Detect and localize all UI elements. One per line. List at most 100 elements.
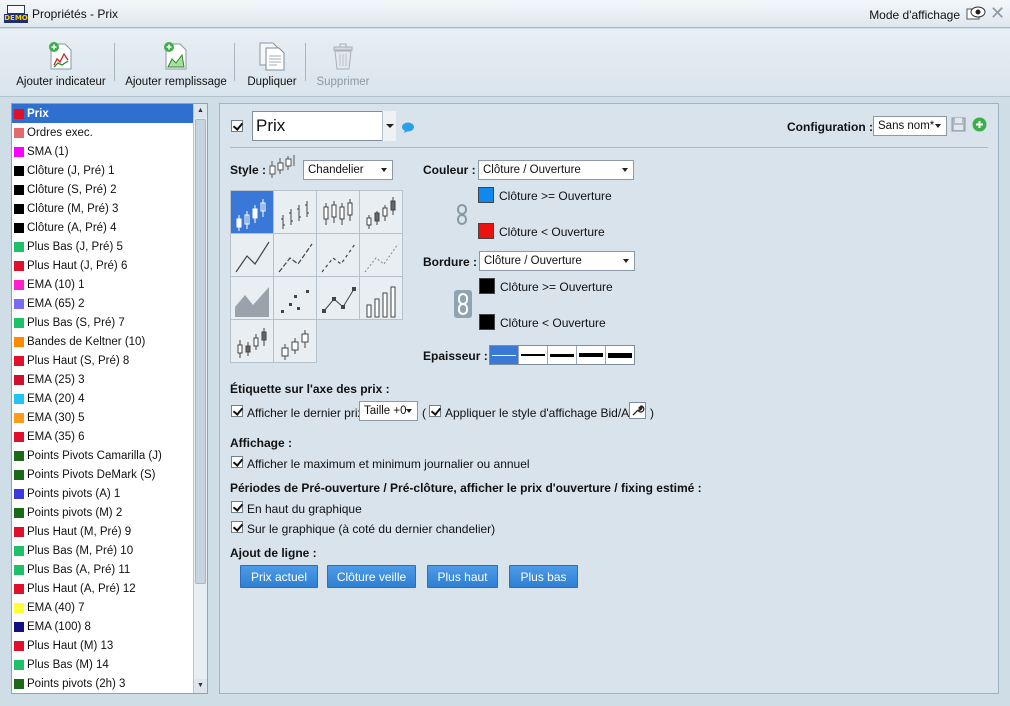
list-item[interactable]: Plus Bas (M) 14 xyxy=(12,655,207,674)
list-item[interactable]: EMA (10) 1 xyxy=(12,275,207,294)
thickness-1-button[interactable] xyxy=(490,346,519,364)
list-item[interactable]: EMA (40) 7 xyxy=(12,598,207,617)
visible-checkbox[interactable] xyxy=(231,120,243,132)
toolbar-separator xyxy=(234,43,235,81)
list-item[interactable]: EMA (20) 4 xyxy=(12,389,207,408)
list-item[interactable]: Clôture (M, Pré) 3 xyxy=(12,199,207,218)
border-up-swatch[interactable] xyxy=(479,278,495,294)
style-line-markers-icon[interactable] xyxy=(316,276,360,320)
style-candlestick-filled-icon[interactable] xyxy=(230,190,274,234)
thickness-2-button[interactable] xyxy=(519,346,548,364)
style-line-dashed-icon[interactable] xyxy=(273,233,317,277)
configuration-select[interactable]: Sans nom* xyxy=(873,116,947,136)
comment-bubble-icon[interactable] xyxy=(401,122,415,134)
save-config-icon[interactable] xyxy=(951,117,966,132)
scroll-down-arrow-icon[interactable]: ▼ xyxy=(194,679,207,693)
list-item[interactable]: EMA (25) 3 xyxy=(12,370,207,389)
list-item[interactable]: Ordres exec. xyxy=(12,123,207,142)
add-low-line-button[interactable]: Plus bas xyxy=(509,565,578,588)
show-last-price-checkbox[interactable] xyxy=(231,405,243,417)
list-item[interactable]: Points Pivots Camarilla (J) xyxy=(12,446,207,465)
scroll-thumb[interactable] xyxy=(195,119,206,584)
label-size-select[interactable]: Taille +0 xyxy=(359,401,418,421)
color-swatch-icon xyxy=(14,203,24,214)
list-item[interactable]: Bandes de Keltner (10) xyxy=(12,332,207,351)
border-mode-select[interactable]: Clôture / Ouverture xyxy=(479,251,635,271)
add-previous-close-line-button[interactable]: Clôture veille xyxy=(327,565,416,588)
list-item[interactable]: EMA (65) 2 xyxy=(12,294,207,313)
style-candlestick-mixed-icon[interactable] xyxy=(359,190,403,234)
list-item[interactable]: Clôture (S, Pré) 2 xyxy=(12,180,207,199)
thickness-4-button[interactable] xyxy=(577,346,606,364)
list-item[interactable]: Plus Bas (J, Pré) 5 xyxy=(12,237,207,256)
duplicate-button[interactable]: Dupliquer xyxy=(247,29,297,97)
list-item[interactable]: Plus Haut (M) 13 xyxy=(12,636,207,655)
color-swatch-icon xyxy=(14,146,24,157)
display-mode-label[interactable]: Mode d'affichage xyxy=(869,8,960,22)
on-chart-checkbox[interactable] xyxy=(231,521,243,533)
style-line-dotted-icon[interactable] xyxy=(316,233,360,277)
add-high-line-button[interactable]: Plus haut xyxy=(427,565,498,588)
color-link-chain-icon[interactable] xyxy=(456,204,472,226)
style-ohlc-bars-icon[interactable] xyxy=(273,190,317,234)
color-up-swatch[interactable] xyxy=(478,187,494,203)
list-item[interactable]: Plus Bas (M, Pré) 10 xyxy=(12,541,207,560)
list-item[interactable]: Points pivots (2h) 3 xyxy=(12,674,207,693)
delete-button[interactable]: Supprimer xyxy=(315,29,371,97)
style-candlestick-hollow-icon[interactable] xyxy=(316,190,360,234)
add-fill-button[interactable]: Ajouter remplissage xyxy=(125,29,227,97)
style-line-icon[interactable] xyxy=(230,233,274,277)
style-heikin-ashi-icon[interactable] xyxy=(273,319,317,363)
thickness-3-button[interactable] xyxy=(548,346,577,364)
thickness-5-button[interactable] xyxy=(606,346,634,364)
list-item[interactable]: Clôture (A, Pré) 4 xyxy=(12,218,207,237)
border-link-chain-icon[interactable] xyxy=(454,290,472,318)
style-area-icon[interactable] xyxy=(230,276,274,320)
list-item[interactable]: Plus Haut (S, Pré) 8 xyxy=(12,351,207,370)
border-label: Bordure : xyxy=(423,255,477,269)
display-mode-eye-icon[interactable] xyxy=(966,5,986,21)
close-icon[interactable]: ✕ xyxy=(990,4,1005,22)
style-line-fine-dotted-icon[interactable] xyxy=(359,233,403,277)
list-item[interactable]: Points pivots (A) 1 xyxy=(12,484,207,503)
border-down-swatch[interactable] xyxy=(479,314,495,330)
style-histogram-icon[interactable] xyxy=(359,276,403,320)
list-item[interactable]: Plus Haut (M, Pré) 9 xyxy=(12,522,207,541)
color-swatch-icon xyxy=(14,583,24,594)
list-item[interactable]: Points Pivots DeMark (S) xyxy=(12,465,207,484)
color-swatch-icon xyxy=(14,127,24,138)
color-swatch-icon xyxy=(14,317,24,328)
list-item[interactable]: Plus Bas (S, Pré) 7 xyxy=(12,313,207,332)
indicator-name-field[interactable]: Prix xyxy=(252,111,396,141)
list-item[interactable]: Plus Haut (A, Pré) 12 xyxy=(12,579,207,598)
top-of-chart-checkbox[interactable] xyxy=(231,501,243,513)
color-swatch-icon xyxy=(14,469,24,480)
list-item[interactable]: Plus Haut (J, Pré) 6 xyxy=(12,256,207,275)
color-mode-select[interactable]: Clôture / Ouverture xyxy=(478,160,634,180)
apply-bid-ask-checkbox[interactable] xyxy=(429,405,441,417)
list-item-label: SMA (1) xyxy=(27,145,69,158)
style-dots-icon[interactable] xyxy=(273,276,317,320)
list-scrollbar[interactable]: ▲ ▼ xyxy=(193,104,207,693)
list-item[interactable]: Clôture (J, Pré) 1 xyxy=(12,161,207,180)
add-config-icon[interactable] xyxy=(972,117,987,132)
color-down-swatch[interactable] xyxy=(478,223,494,239)
scroll-up-arrow-icon[interactable]: ▲ xyxy=(194,104,207,118)
list-item[interactable]: Plus Bas (A, Pré) 11 xyxy=(12,560,207,579)
show-max-min-checkbox[interactable] xyxy=(231,456,243,468)
name-dropdown-arrow-icon[interactable] xyxy=(382,111,396,141)
add-current-price-line-button[interactable]: Prix actuel xyxy=(240,565,318,588)
add-indicator-button[interactable]: Ajouter indicateur xyxy=(16,29,106,97)
list-item[interactable]: EMA (100) 8 xyxy=(12,617,207,636)
list-item[interactable]: SMA (1) xyxy=(12,142,207,161)
list-item[interactable]: Points pivots (M) 2 xyxy=(12,503,207,522)
list-item[interactable]: EMA (35) 6 xyxy=(12,427,207,446)
style-candle-volume-icon[interactable] xyxy=(230,319,274,363)
list-item-label: EMA (30) 5 xyxy=(27,411,85,424)
list-item[interactable]: Prix xyxy=(12,104,207,123)
style-select[interactable]: Chandelier xyxy=(303,160,393,180)
app-logo: DEMO xyxy=(4,4,28,23)
add-fill-label: Ajouter remplissage xyxy=(125,76,227,88)
list-item[interactable]: EMA (30) 5 xyxy=(12,408,207,427)
wrench-settings-icon[interactable] xyxy=(629,402,646,419)
